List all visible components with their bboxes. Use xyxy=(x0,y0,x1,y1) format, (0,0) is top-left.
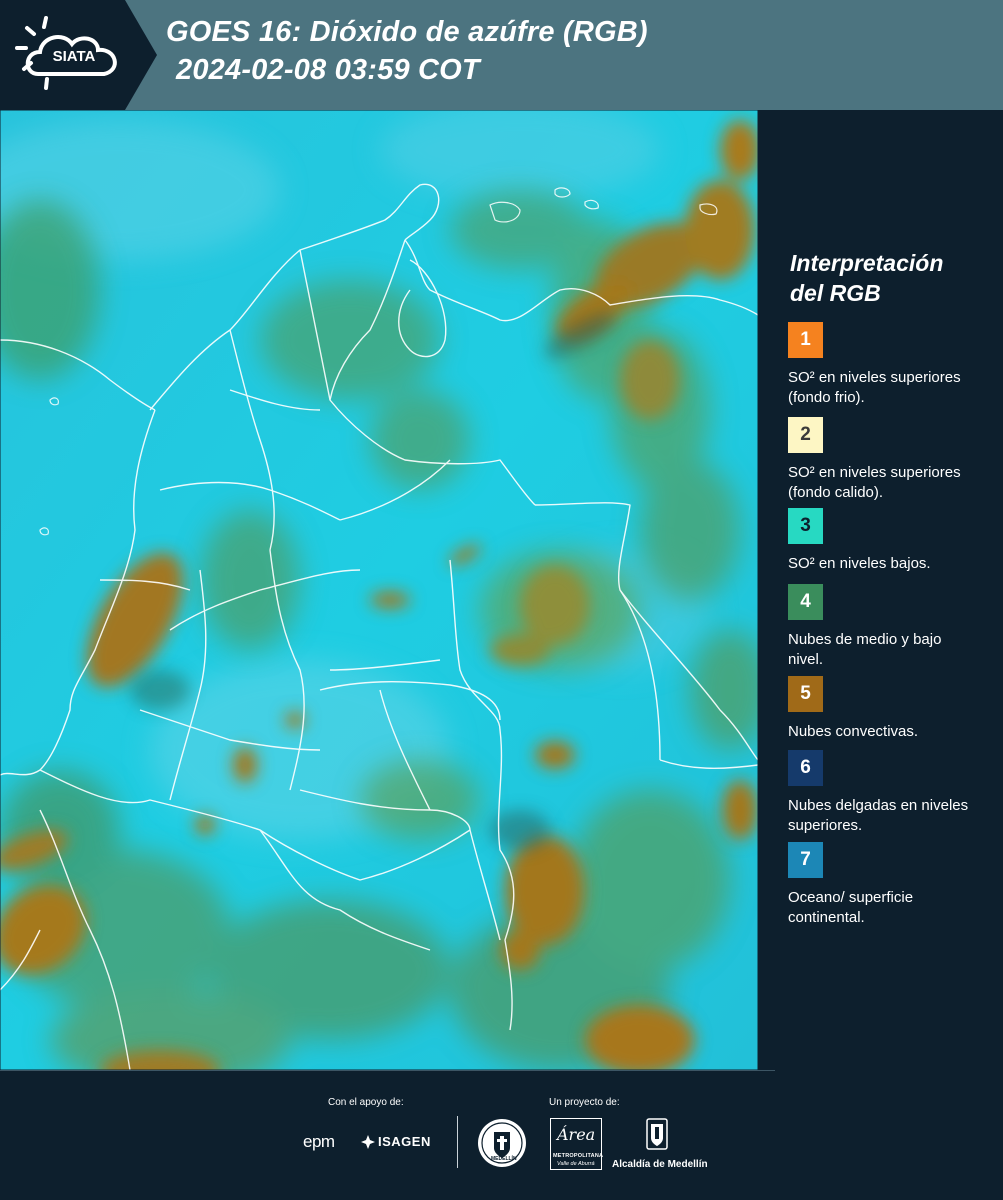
legend-swatch-6: 6 xyxy=(788,750,823,786)
legend-swatch-5: 5 xyxy=(788,676,823,712)
isagen-logo: ISAGEN xyxy=(360,1134,430,1155)
alcaldia-shield-icon xyxy=(645,1118,669,1161)
medellin-seal-icon: MEDELLÍN xyxy=(477,1118,527,1173)
legend-item-4: 4 Nubes de medio y bajo nivel. xyxy=(788,584,988,670)
seal-caption: MEDELLÍN xyxy=(491,1156,517,1162)
legend-item-3: 3 SO² en niveles bajos. xyxy=(788,508,988,574)
isagen-mark-icon xyxy=(361,1135,375,1149)
legend-label-5: Nubes convectivas. xyxy=(788,723,919,740)
epm-logo: epm xyxy=(303,1132,335,1151)
page-title: GOES 16: Dióxido de azúfre (RGB) xyxy=(166,16,648,48)
svg-text:SIATA: SIATA xyxy=(53,48,96,65)
legend-item-1: 1 SO² en niveles superiores (fondo frio)… xyxy=(788,322,988,408)
legend-label-2: SO² en niveles superiores (fondo calido)… xyxy=(788,464,961,501)
isagen-logo-text: ISAGEN xyxy=(378,1134,431,1149)
legend-label-3: SO² en niveles bajos. xyxy=(788,555,931,572)
legend-swatch-7: 7 xyxy=(788,842,823,878)
support-caption: Con el apoyo de: xyxy=(328,1097,404,1108)
area-logo-word: Área xyxy=(557,1125,596,1144)
area-logo-sub2: Valle de Aburrá xyxy=(557,1161,595,1167)
area-metropolitana-logo: Área METROPOLITANA Valle de Aburrá xyxy=(550,1118,604,1170)
footer-divider-line xyxy=(0,1070,775,1071)
legend-item-6: 6 Nubes delgadas en niveles superiores. xyxy=(788,750,988,836)
legend-swatch-2: 2 xyxy=(788,417,823,453)
legend-label-4: Nubes de medio y bajo nivel. xyxy=(788,631,942,668)
satellite-map xyxy=(0,110,758,1070)
legend-swatch-4: 4 xyxy=(788,584,823,620)
legend-title-line1: Interpretación xyxy=(790,250,944,276)
legend-item-5: 5 Nubes convectivas. xyxy=(788,676,988,742)
legend-item-2: 2 SO² en niveles superiores (fondo calid… xyxy=(788,417,988,503)
legend-swatch-1: 1 xyxy=(788,322,823,358)
footer-separator xyxy=(457,1116,458,1168)
legend-title-line2: del RGB xyxy=(790,280,881,306)
legend-label-1: SO² en niveles superiores (fondo frio). xyxy=(788,369,961,406)
timestamp-subtitle: 2024-02-08 03:59 COT xyxy=(176,54,480,86)
siata-logo: SIATA xyxy=(0,0,157,110)
legend-title: Interpretación del RGB xyxy=(790,248,990,308)
rgb-legend: Interpretación del RGB 1 SO² en niveles … xyxy=(760,110,1003,1070)
legend-label-6: Nubes delgadas en niveles superiores. xyxy=(788,797,969,834)
footer: Con el apoyo de: Un proyecto de: epm ISA… xyxy=(0,1070,1003,1200)
legend-label-7: Oceano/ superficie continental. xyxy=(788,889,914,926)
legend-swatch-3: 3 xyxy=(788,508,823,544)
project-caption: Un proyecto de: xyxy=(549,1097,620,1108)
header-bar: SIATA GOES 16: Dióxido de azúfre (RGB) 2… xyxy=(0,0,1003,110)
area-logo-sub1: METROPOLITANA xyxy=(553,1153,604,1159)
legend-item-7: 7 Oceano/ superficie continental. xyxy=(788,842,988,928)
alcaldia-logo-text: Alcaldía de Medellín xyxy=(612,1159,708,1170)
